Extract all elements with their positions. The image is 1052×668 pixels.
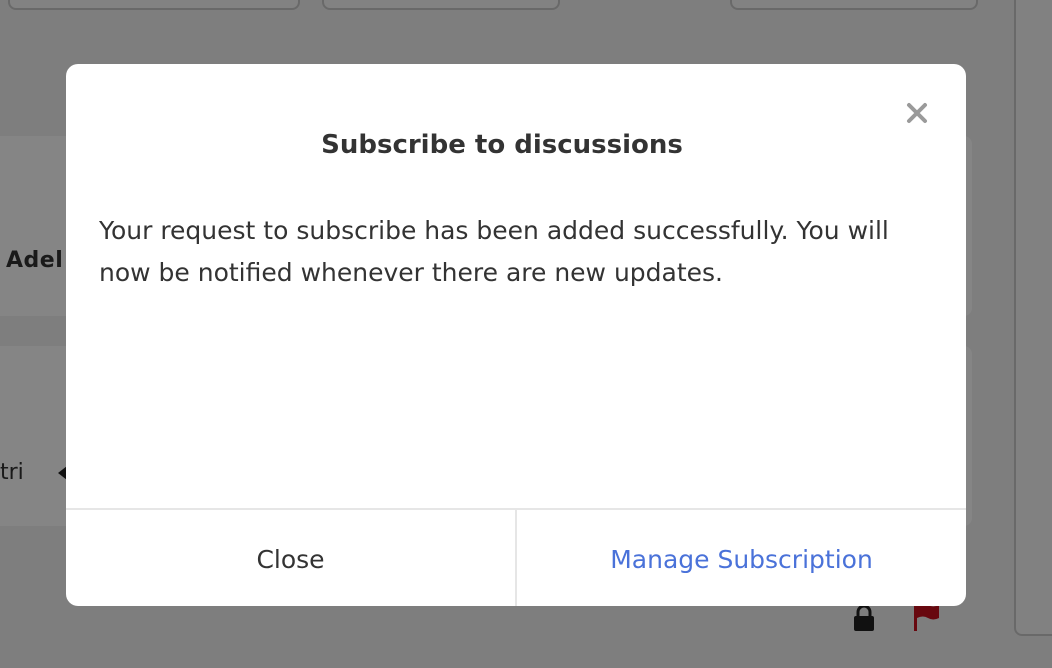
subscribe-dialog: Subscribe to discussions Your request to…	[66, 64, 966, 606]
dialog-message: Your request to subscribe has been added…	[99, 216, 889, 287]
close-button[interactable]: Close	[66, 510, 517, 606]
close-icon[interactable]	[904, 100, 930, 126]
dialog-footer: Close Manage Subscription	[66, 508, 966, 606]
app-page: Adel tri Subscribe to discussions Your r…	[0, 0, 1052, 668]
manage-subscription-button[interactable]: Manage Subscription	[517, 510, 966, 606]
dialog-title: Subscribe to discussions	[321, 130, 683, 160]
